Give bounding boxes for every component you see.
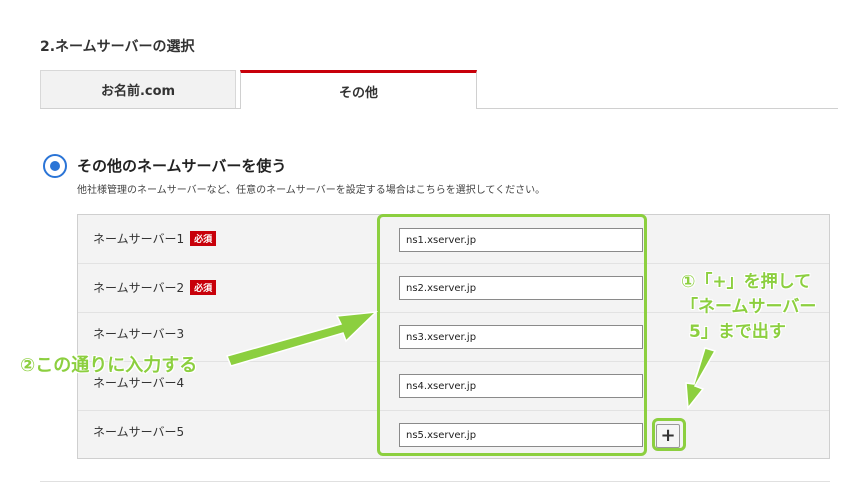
annotation-step1: ①「+」を押して 「ネームサーバー 5」まで出す bbox=[681, 270, 816, 345]
annotation-step2: ②この通りに入力する bbox=[20, 355, 198, 376]
annotation-step1-line2: 「ネームサーバー bbox=[681, 297, 817, 317]
annotation-step1-line3: 5」まで出す bbox=[689, 322, 786, 342]
annotation-arrows bbox=[225, 311, 717, 410]
arrow-to-inputs bbox=[225, 311, 379, 367]
annotation-step1-line1: ①「+」を押して bbox=[681, 272, 812, 292]
arrow-to-add-button bbox=[685, 347, 717, 410]
section-divider bbox=[40, 481, 830, 482]
